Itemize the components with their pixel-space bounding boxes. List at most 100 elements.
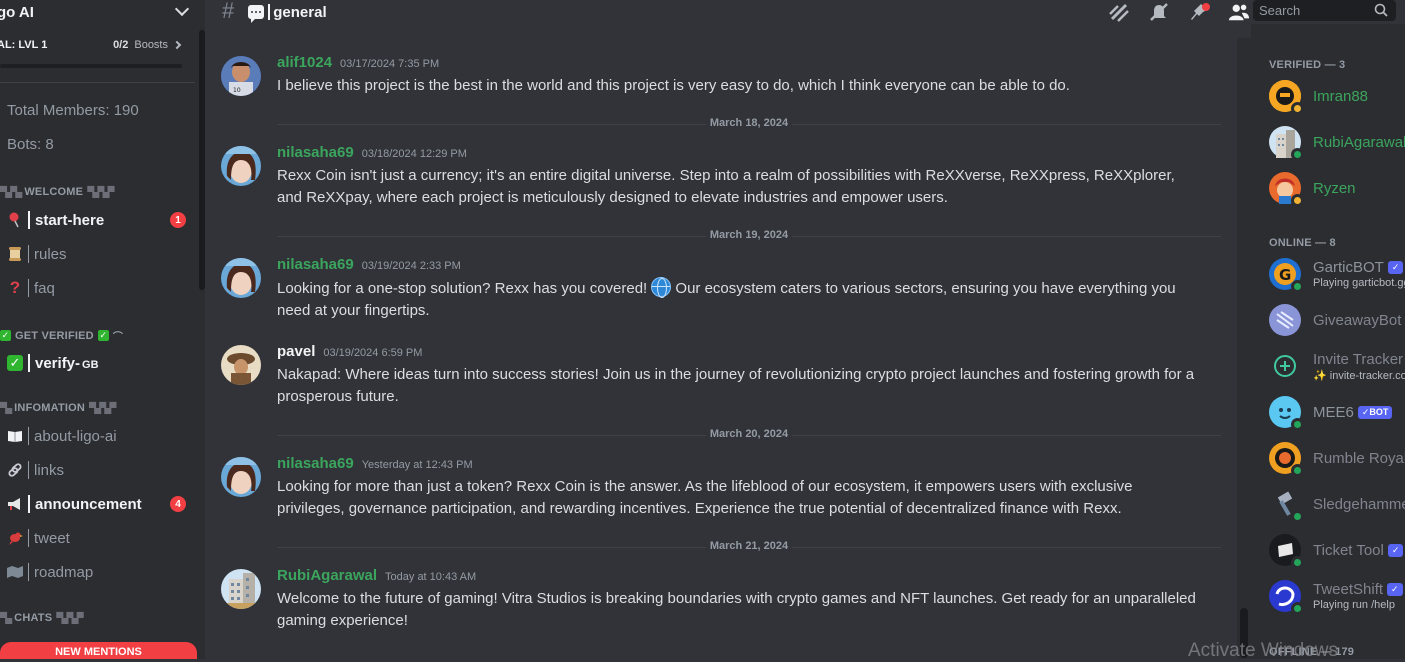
channel-links[interactable]: links <box>6 455 192 485</box>
avatar[interactable] <box>221 345 261 385</box>
message-username[interactable]: RubiAgarawal <box>277 567 377 584</box>
channel-suffix: GB <box>82 358 99 371</box>
member-item[interactable]: MEE6 ✓ BOT <box>1269 392 1405 432</box>
category-verify-label: GET VERIFIED <box>15 329 94 342</box>
category-get-verified[interactable]: ✓ GET VERIFIED ✓ ⌒ <box>0 328 123 343</box>
server-name: go AI <box>0 3 34 21</box>
avatar[interactable] <box>221 146 261 186</box>
message-content: Welcome to the future of gaming! Vitra S… <box>277 590 1196 629</box>
category-infomation[interactable]: ▀▄ INFOMATION ▀▄▀▄▀ <box>0 402 116 414</box>
message-header: nilasaha69 Yesterday at 12:43 PM <box>277 455 473 472</box>
status-idle-icon <box>1291 102 1304 115</box>
member-list-icon[interactable] <box>1228 1 1250 23</box>
avatar[interactable] <box>221 457 261 497</box>
channel-title: general <box>273 3 327 21</box>
date-divider: March 18, 2024 <box>277 117 1221 129</box>
avatar: G <box>1269 258 1304 293</box>
status-online-icon <box>1291 464 1304 477</box>
channel-label: links <box>34 461 65 479</box>
avatar <box>1269 580 1304 615</box>
category-chats-label: CHATS <box>14 612 53 624</box>
message-username[interactable]: alif1024 <box>277 54 332 71</box>
check-icon: ✓ <box>0 330 11 341</box>
decor-blocks-icon: ▀▄▀▄▀ <box>87 186 114 198</box>
message-username[interactable]: pavel <box>277 343 315 360</box>
message-username[interactable]: nilasaha69 <box>277 256 354 273</box>
channel-roadmap[interactable]: roadmap <box>6 557 192 587</box>
message-content: Rexx Coin isn't just a currency; it's an… <box>277 167 1175 206</box>
channel-label: about-ligo-ai <box>34 427 117 445</box>
mention-badge: 1 <box>170 212 186 228</box>
member-item[interactable]: Ticket Tool ✓ <box>1269 530 1405 570</box>
boost-count: 0/2 Boosts <box>113 39 190 51</box>
member-item[interactable]: GiveawayBot <box>1269 300 1405 340</box>
member-name: GarticBOT <box>1313 259 1384 276</box>
message-header: pavel 03/19/2024 6:59 PM <box>277 343 422 360</box>
bot-badge: ✓ <box>1387 543 1404 557</box>
status-idle-icon <box>1291 194 1304 207</box>
message-timestamp: Today at 10:43 AM <box>385 571 477 583</box>
channel-faq[interactable]: ? faq <box>6 273 192 303</box>
message-username[interactable]: nilasaha69 <box>277 455 354 472</box>
avatar <box>1269 80 1304 115</box>
category-chats[interactable]: ▀▄ CHATS ▀▄▀▄▀ <box>0 612 84 624</box>
channel-divider <box>28 354 30 372</box>
member-item[interactable]: TweetShift ✓ Playing run /help <box>1269 576 1405 616</box>
avatar <box>1269 172 1304 207</box>
message-username[interactable]: nilasaha69 <box>277 144 354 161</box>
decor-blocks-icon: ▀▄▀▄ <box>0 186 22 198</box>
channel-divider <box>28 495 30 513</box>
channel-tweet[interactable]: tweet <box>6 523 192 553</box>
topbar-icons <box>1108 0 1250 24</box>
avatar[interactable]: 10 <box>221 56 261 96</box>
svg-text:10: 10 <box>233 87 241 94</box>
status-online-icon <box>1291 602 1304 615</box>
message-scrollbar[interactable] <box>1237 38 1251 659</box>
channel-label: start-here <box>35 211 105 229</box>
avatar[interactable] <box>221 569 261 609</box>
avatar <box>1269 126 1304 161</box>
channel-start-here[interactable]: start-here 1 <box>6 205 192 235</box>
link-icon <box>6 461 24 479</box>
server-header[interactable]: go AI <box>0 0 205 24</box>
message-header: nilasaha69 03/19/2024 2:33 PM <box>277 256 461 273</box>
boost-progress-bar <box>0 64 182 68</box>
channel-about-ligo-ai[interactable]: about-ligo-ai <box>6 421 192 451</box>
member-item[interactable]: Imran88 <box>1269 76 1405 116</box>
member-name: Sledgehammer <box>1313 495 1405 513</box>
member-item[interactable]: Rumble Royale <box>1269 438 1405 478</box>
boost-progress-row[interactable]: AL: LVL 1 0/2 Boosts <box>0 36 190 54</box>
channel-divider <box>28 211 30 229</box>
message-timestamp: 03/19/2024 2:33 PM <box>361 260 461 272</box>
channel-verify[interactable]: ✓ verify- GB <box>6 348 192 378</box>
notification-muted-icon[interactable] <box>1148 1 1170 23</box>
divider <box>0 82 195 83</box>
channel-announcement[interactable]: announcement 4 <box>6 489 192 519</box>
member-group-verified: VERIFIED — 3 <box>1269 59 1346 71</box>
message-timestamp: Yesterday at 12:43 PM <box>361 459 473 471</box>
channel-sidebar: go AI AL: LVL 1 0/2 Boosts Total Members… <box>0 0 205 659</box>
search-box[interactable] <box>1253 0 1396 21</box>
avatar[interactable] <box>221 258 261 298</box>
member-item[interactable]: Sledgehammer <box>1269 484 1405 524</box>
member-item[interactable]: G GarticBOT ✓ Playing garticbot.gg <box>1269 254 1405 294</box>
speech-bubble-icon <box>248 5 265 23</box>
member-name: Ryzen <box>1313 179 1356 197</box>
search-input[interactable] <box>1259 3 1369 18</box>
threads-icon[interactable] <box>1108 1 1130 23</box>
date-divider: March 19, 2024 <box>277 229 1221 241</box>
avatar <box>1269 488 1304 523</box>
member-item[interactable]: Invite Tracker ✨ invite-tracker.com <box>1269 346 1405 386</box>
channel-rules[interactable]: rules <box>6 239 192 269</box>
decor-blocks-icon: ▀▄▀▄▀ <box>89 402 116 414</box>
member-item[interactable]: RubiAgarawal <box>1269 122 1405 162</box>
message-header: alif1024 03/17/2024 7:35 PM <box>277 54 439 71</box>
member-name: MEE6 <box>1313 403 1354 421</box>
member-item[interactable]: Ryzen <box>1269 168 1405 208</box>
member-name: TweetShift <box>1313 581 1384 598</box>
pinned-messages-icon[interactable] <box>1188 1 1210 23</box>
new-mentions-banner[interactable]: NEW MENTIONS <box>0 642 197 659</box>
category-welcome[interactable]: ▀▄▀▄ WELCOME ▀▄▀▄▀ <box>0 186 115 198</box>
date-divider-label: March 21, 2024 <box>705 540 793 552</box>
pin-icon <box>6 211 24 229</box>
